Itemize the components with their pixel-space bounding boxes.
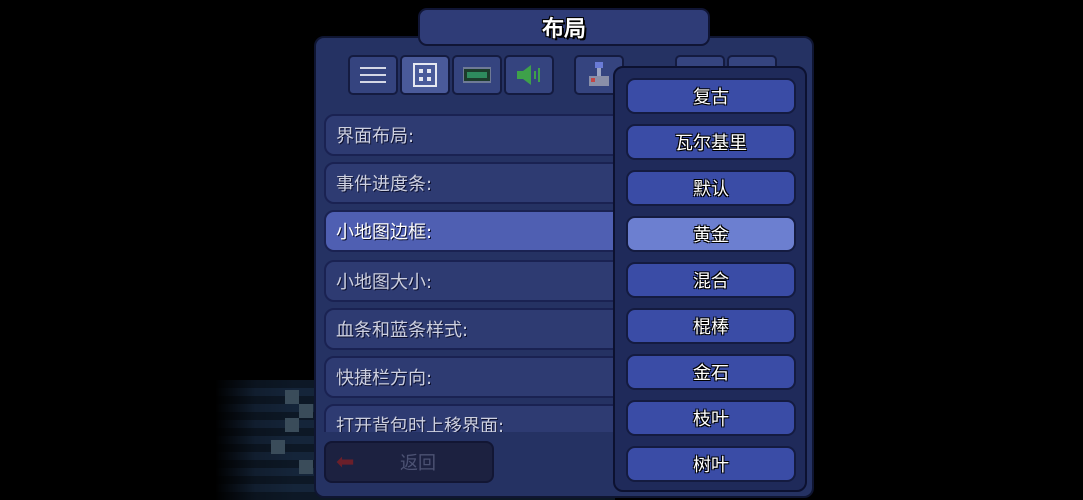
tab-general[interactable] xyxy=(348,55,398,95)
option-valkyrie[interactable]: 瓦尔基里 xyxy=(626,124,796,160)
tab-interface[interactable] xyxy=(400,55,450,95)
category-tab-bar xyxy=(348,55,624,97)
option-default[interactable]: 默认 xyxy=(626,170,796,206)
back-button[interactable]: ⬅ 返回 xyxy=(324,441,494,483)
tab-video[interactable] xyxy=(452,55,502,95)
option-retro[interactable]: 复古 xyxy=(626,78,796,114)
setting-hotbar-direction[interactable]: 快捷栏方向: xyxy=(324,356,624,398)
option-stone-gold[interactable]: 金石 xyxy=(626,354,796,390)
settings-list: 界面布局: 事件进度条: 小地图边框: 小地图大小: 血条和蓝条样式: 快捷栏方… xyxy=(324,114,624,432)
speaker-volume-icon xyxy=(517,65,540,85)
option-twig-leaf[interactable]: 枝叶 xyxy=(626,400,796,436)
tab-audio[interactable] xyxy=(504,55,554,95)
back-button-label: 返回 xyxy=(400,453,436,474)
gamepad-joystick-icon xyxy=(589,62,609,86)
world-block xyxy=(285,418,299,432)
world-block xyxy=(299,404,313,418)
option-leaf[interactable]: 树叶 xyxy=(626,446,796,482)
option-sticks[interactable]: 棍棒 xyxy=(626,308,796,344)
minimap-border-dropdown: 复古 瓦尔基里 默认 黄金 混合 棍棒 金石 枝叶 树叶 xyxy=(613,66,807,492)
interface-grid-icon xyxy=(413,63,437,87)
back-arrow-icon: ⬅ xyxy=(336,449,355,475)
world-block xyxy=(285,390,299,404)
setting-ui-layout[interactable]: 界面布局: xyxy=(324,114,624,156)
setting-health-mana-style[interactable]: 血条和蓝条样式: xyxy=(324,308,624,350)
setting-minimap-border[interactable]: 小地图边框: xyxy=(324,210,624,252)
hamburger-menu-icon xyxy=(360,67,386,83)
option-golden[interactable]: 黄金 xyxy=(626,216,796,252)
setting-shift-ui-on-inventory[interactable]: 打开背包时上移界面: xyxy=(324,404,624,432)
page-title: 布局 xyxy=(541,17,586,42)
option-remix[interactable]: 混合 xyxy=(626,262,796,298)
video-screen-icon xyxy=(463,67,491,83)
game-screen: 布局 界面布局: 事件进度条: 小地图边框: 小地图大小: 血条和蓝条样式: 快… xyxy=(0,0,1083,500)
title-plate: 布局 xyxy=(418,8,710,46)
setting-event-progress-bar[interactable]: 事件进度条: xyxy=(324,162,624,204)
setting-minimap-size[interactable]: 小地图大小: xyxy=(324,260,624,302)
world-block xyxy=(271,440,285,454)
world-block xyxy=(299,460,313,474)
